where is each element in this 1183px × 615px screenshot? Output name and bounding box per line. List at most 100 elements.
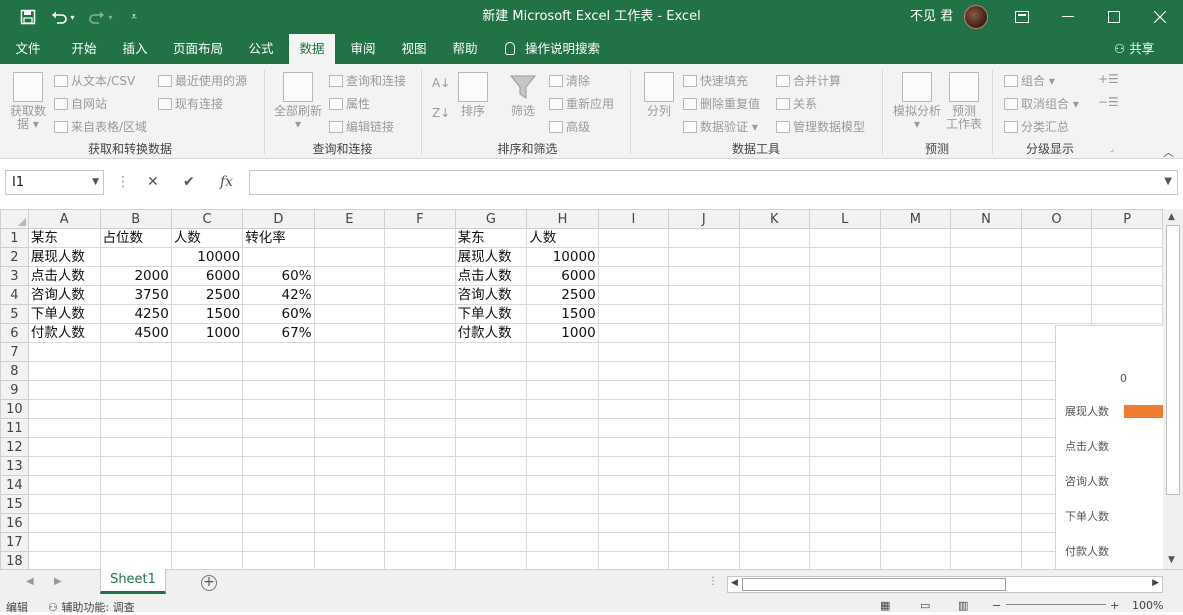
cell[interactable] <box>879 532 952 552</box>
row-header[interactable]: 2 <box>0 247 29 267</box>
cell[interactable] <box>738 399 811 419</box>
cell[interactable] <box>597 361 670 381</box>
hide-detail-icon[interactable]: −☰ <box>1098 95 1119 109</box>
cell[interactable] <box>809 323 881 343</box>
sort-descending-icon[interactable]: Z↓ <box>432 106 450 120</box>
cell[interactable] <box>950 532 1022 552</box>
cell[interactable] <box>526 342 599 362</box>
cell[interactable] <box>950 304 1022 324</box>
cell[interactable] <box>454 361 528 381</box>
cell[interactable] <box>313 399 386 419</box>
cell[interactable]: 2000 <box>99 266 172 286</box>
cell[interactable] <box>950 551 1022 569</box>
row-header[interactable]: 9 <box>0 380 29 400</box>
cell[interactable] <box>950 285 1022 305</box>
cell[interactable]: 4250 <box>99 304 172 324</box>
cell[interactable] <box>170 437 244 457</box>
cell[interactable] <box>454 532 528 552</box>
cell[interactable] <box>242 380 315 400</box>
cell[interactable] <box>454 513 528 533</box>
cell[interactable] <box>879 342 952 362</box>
cell[interactable] <box>384 532 456 552</box>
cell[interactable] <box>454 551 528 569</box>
cell[interactable] <box>879 266 952 286</box>
cell[interactable]: 42% <box>242 285 315 305</box>
cell[interactable] <box>313 513 386 533</box>
cell[interactable]: 4500 <box>99 323 172 343</box>
column-header[interactable]: E <box>313 209 386 229</box>
cell[interactable] <box>879 418 952 438</box>
cell[interactable] <box>99 532 172 552</box>
cell[interactable] <box>242 551 315 569</box>
cell[interactable] <box>99 342 172 362</box>
column-header[interactable]: O <box>1020 209 1093 229</box>
cell[interactable] <box>313 285 386 305</box>
cell[interactable]: 付款人数 <box>27 323 101 343</box>
cell[interactable] <box>809 361 881 381</box>
cell[interactable] <box>27 418 101 438</box>
cell[interactable] <box>27 437 101 457</box>
enter-icon[interactable]: ✔ <box>183 170 195 195</box>
cell[interactable] <box>597 532 670 552</box>
cell[interactable] <box>99 247 172 267</box>
cell[interactable] <box>454 399 528 419</box>
cell[interactable]: 6000 <box>526 266 599 286</box>
cell[interactable] <box>170 475 244 495</box>
zoom-level[interactable]: 100% <box>1132 599 1163 612</box>
cell[interactable] <box>809 456 881 476</box>
column-header[interactable]: M <box>879 209 952 229</box>
cell[interactable] <box>170 380 244 400</box>
cell[interactable] <box>738 456 811 476</box>
cell[interactable] <box>950 247 1022 267</box>
cell[interactable] <box>526 551 599 569</box>
cell[interactable] <box>879 551 952 569</box>
cell[interactable] <box>170 399 244 419</box>
cell[interactable] <box>950 380 1022 400</box>
cell[interactable]: 10000 <box>526 247 599 267</box>
cell[interactable] <box>809 342 881 362</box>
cell[interactable] <box>668 399 740 419</box>
relationships-button[interactable]: 关系 <box>776 95 817 112</box>
what-if-analysis-button[interactable]: 模拟分析 ▾ <box>888 72 946 131</box>
column-header[interactable]: B <box>99 209 172 229</box>
column-header[interactable]: I <box>597 209 670 229</box>
cell[interactable] <box>809 513 881 533</box>
cell[interactable] <box>738 380 811 400</box>
cell[interactable] <box>242 437 315 457</box>
cell[interactable] <box>809 266 881 286</box>
cell[interactable] <box>313 323 386 343</box>
cell[interactable] <box>668 228 740 248</box>
tab-home[interactable]: 开始 <box>60 34 108 64</box>
cell[interactable] <box>879 456 952 476</box>
share-button[interactable]: ⚇ 共享 <box>1114 34 1154 64</box>
cell[interactable] <box>668 551 740 569</box>
row-header[interactable]: 8 <box>0 361 29 381</box>
cell[interactable] <box>454 380 528 400</box>
row-header[interactable]: 13 <box>0 456 29 476</box>
cell[interactable] <box>27 342 101 362</box>
cell[interactable] <box>27 551 101 569</box>
cell[interactable] <box>668 323 740 343</box>
cell[interactable] <box>738 437 811 457</box>
next-sheet-icon[interactable]: ▶ <box>54 576 62 587</box>
cell[interactable]: 某东 <box>27 228 101 248</box>
cell[interactable] <box>738 228 811 248</box>
cell[interactable]: 67% <box>242 323 315 343</box>
cell[interactable] <box>313 361 386 381</box>
row-header[interactable]: 12 <box>0 437 29 457</box>
cell[interactable] <box>384 475 456 495</box>
scroll-right-icon[interactable]: ▶ <box>1152 578 1159 588</box>
row-header[interactable]: 17 <box>0 532 29 552</box>
cell[interactable] <box>809 551 881 569</box>
cell[interactable] <box>950 456 1022 476</box>
collapse-ribbon-icon[interactable]: ︿ <box>1163 144 1174 160</box>
avatar[interactable] <box>964 5 988 29</box>
cell[interactable] <box>668 380 740 400</box>
normal-view-icon[interactable]: ▦ <box>880 599 890 612</box>
row-header[interactable]: 14 <box>0 475 29 495</box>
cell[interactable] <box>668 513 740 533</box>
properties-button[interactable]: 属性 <box>329 95 370 112</box>
cell[interactable] <box>170 513 244 533</box>
filter-button[interactable]: 筛选 <box>504 72 542 118</box>
cell[interactable] <box>313 380 386 400</box>
